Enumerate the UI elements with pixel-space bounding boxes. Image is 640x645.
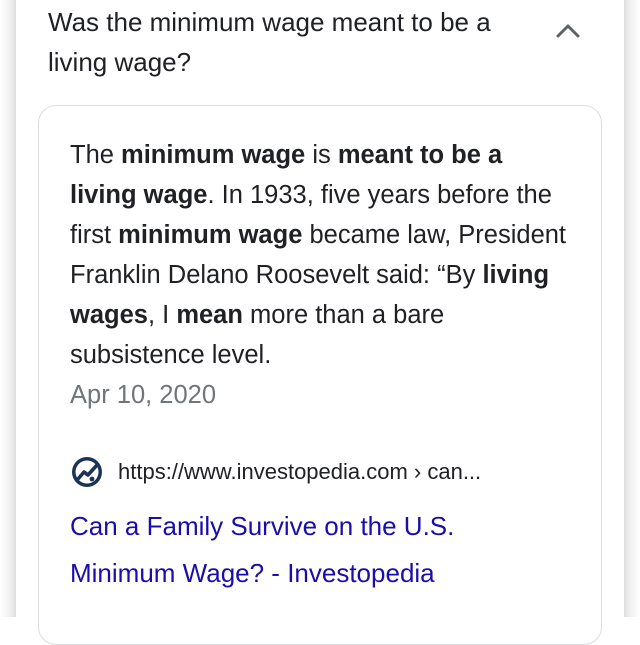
answer-date: Apr 10, 2020 bbox=[70, 381, 217, 409]
chevron-up-icon[interactable] bbox=[554, 20, 582, 40]
investopedia-logo-icon bbox=[72, 457, 102, 487]
answer-text-2: is bbox=[305, 141, 338, 169]
answer-highlight-3: minimum wage bbox=[118, 221, 303, 249]
page-edge-right bbox=[624, 0, 640, 617]
source-url[interactable]: https://www.investopedia.com › can... bbox=[118, 459, 481, 485]
question-heading[interactable]: Was the minimum wage meant to be a livin… bbox=[48, 2, 528, 82]
answer-highlight-5: mean bbox=[176, 301, 243, 329]
answer-snippet: The minimum wage is meant to be a living… bbox=[70, 135, 570, 375]
page-edge-left bbox=[0, 0, 16, 617]
answer-text-5: , I bbox=[147, 301, 177, 329]
source-link[interactable]: https://www.investopedia.com › can... bbox=[70, 452, 481, 492]
answer-highlight-1: minimum wage bbox=[121, 141, 306, 169]
answer-text-1: The bbox=[70, 141, 122, 169]
result-title-link[interactable]: Can a Family Survive on the U.S. Minimum… bbox=[70, 503, 550, 597]
